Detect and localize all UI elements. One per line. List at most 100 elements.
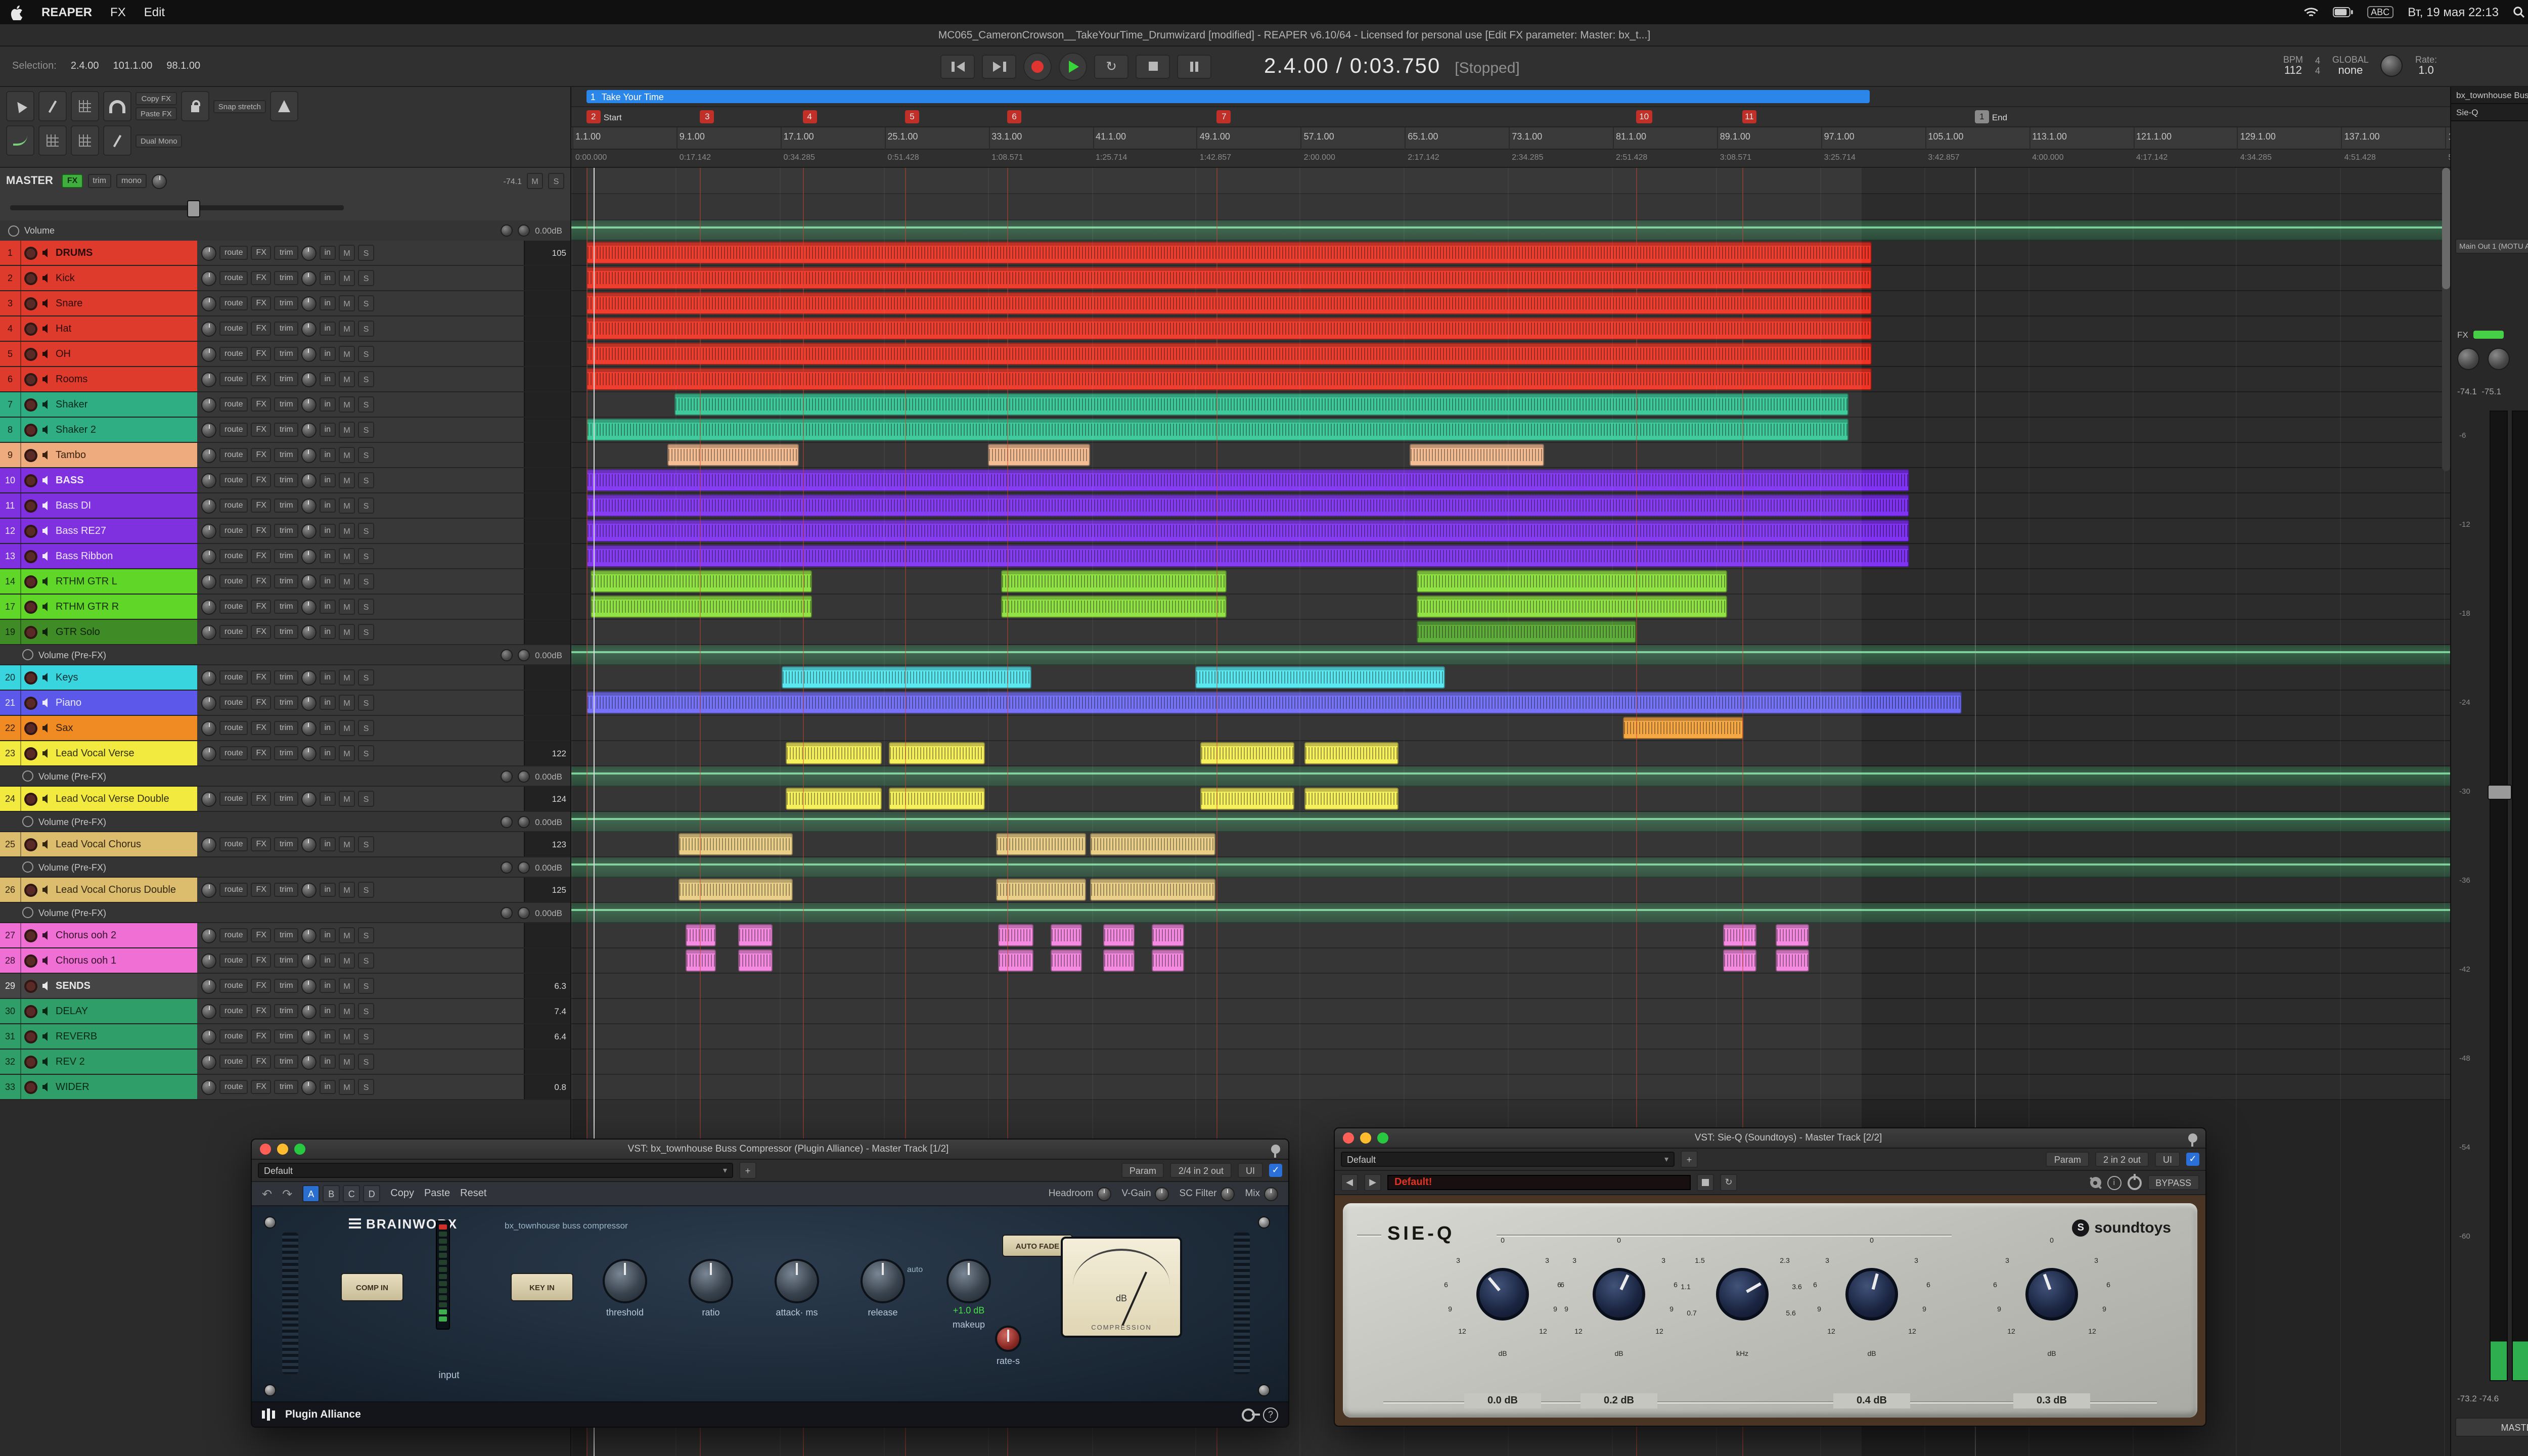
plugin-enabled-checkbox[interactable]: ✓ [2186, 1153, 2199, 1166]
track-panel-row[interactable]: 17 RTHM GTR R route FX trim in M S [0, 595, 570, 620]
track-number[interactable]: 23 [0, 741, 21, 765]
solo-button[interactable]: S [358, 952, 374, 969]
record-arm-button[interactable] [24, 297, 37, 310]
arrange-lane[interactable] [571, 1075, 2450, 1100]
audio-clip[interactable] [667, 444, 799, 466]
track-panel-row[interactable]: 28 Chorus ooh 1 route FX trim in M S [0, 948, 570, 974]
comp-in-button[interactable]: COMP IN [341, 1273, 403, 1301]
record-arm-button[interactable] [24, 883, 37, 896]
pan-knob[interactable] [201, 1054, 216, 1069]
record-arm-button[interactable] [24, 721, 37, 735]
solo-button[interactable]: S [358, 295, 374, 311]
input-button[interactable]: in [320, 296, 336, 310]
master-mute-button[interactable]: M [527, 173, 543, 189]
spotlight-icon[interactable] [2513, 6, 2525, 18]
width-knob[interactable] [301, 746, 317, 761]
track-number[interactable]: 2 [0, 266, 21, 290]
envelope-name[interactable]: Volume (Pre-FX) [38, 907, 106, 918]
pan-knob[interactable] [201, 346, 216, 361]
track-panel-row[interactable]: 2 Kick route FX trim in M S [0, 266, 570, 291]
track-panel-row[interactable]: 7 Shaker route FX trim in M S [0, 392, 570, 418]
arrange-lane[interactable] [571, 468, 2450, 493]
track-name[interactable]: Lead Vocal Chorus [56, 839, 141, 850]
go-to-start-button[interactable] [940, 54, 975, 78]
fx-button[interactable]: FX [251, 322, 271, 335]
fx-button[interactable]: FX [251, 746, 271, 760]
arrange-lane[interactable] [571, 1024, 2450, 1050]
track-panel-row[interactable]: 24 Lead Vocal Verse Double route FX trim… [0, 787, 570, 812]
fx-button[interactable]: FX [251, 372, 271, 386]
trim-button[interactable]: trim [275, 574, 298, 588]
width-knob[interactable] [301, 953, 317, 968]
envelope-knob[interactable] [518, 906, 530, 919]
audio-clip[interactable] [1051, 924, 1082, 946]
pan-knob[interactable] [201, 372, 216, 387]
arrange-lane[interactable] [571, 620, 2450, 645]
track-panel-row[interactable]: 9 Tambo route FX trim in M S [0, 443, 570, 468]
track-panel-row[interactable]: 3 Snare route FX trim in M S [0, 291, 570, 316]
route-button[interactable]: route [219, 246, 248, 259]
vertical-scrollbar[interactable] [2442, 168, 2450, 471]
solo-button[interactable]: S [358, 599, 374, 615]
pan-knob[interactable] [201, 928, 216, 943]
route-button[interactable]: route [219, 524, 248, 537]
marker-3[interactable]: 3 [700, 110, 714, 123]
width-knob[interactable] [301, 928, 317, 943]
width-knob[interactable] [301, 1004, 317, 1019]
record-arm-button[interactable] [24, 979, 37, 992]
ratio-knob[interactable] [689, 1259, 733, 1303]
audio-clip[interactable] [686, 949, 716, 972]
audio-clip[interactable] [1623, 717, 1744, 739]
arrange-lane[interactable] [571, 392, 2450, 418]
fx-chain-item[interactable]: Sie-Q [2451, 104, 2528, 121]
route-button[interactable]: route [219, 600, 248, 613]
region-lane[interactable]: 1 Take Your Time [571, 87, 2450, 107]
pin-icon[interactable] [1271, 1145, 1280, 1154]
trim-button[interactable]: trim [275, 696, 298, 709]
audio-clip[interactable] [586, 267, 1872, 289]
track-number[interactable]: 33 [0, 1075, 21, 1099]
trim-button[interactable]: trim [275, 397, 298, 411]
record-arm-button[interactable] [24, 838, 37, 851]
fx-button[interactable]: FX [251, 928, 271, 942]
ruler-bar-label[interactable]: 129.1.00 [2240, 131, 2276, 142]
trim-button[interactable]: trim [275, 625, 298, 639]
mute-button[interactable]: M [339, 523, 355, 539]
route-button[interactable]: route [219, 1004, 248, 1018]
trim-button[interactable]: trim [275, 524, 298, 537]
track-name[interactable]: Lead Vocal Verse [56, 748, 134, 759]
record-arm-button[interactable] [24, 1080, 37, 1094]
envelope-toggle-button[interactable] [6, 125, 34, 156]
route-button[interactable]: route [219, 347, 248, 360]
ruler-bar-label[interactable]: 113.1.00 [2032, 131, 2067, 142]
track-name[interactable]: Chorus ooh 1 [56, 955, 116, 966]
pan-knob[interactable] [201, 720, 216, 736]
track-name[interactable]: Chorus ooh 2 [56, 930, 116, 941]
track-number[interactable]: 22 [0, 716, 21, 740]
input-button[interactable]: in [320, 837, 336, 851]
input-button[interactable]: in [320, 372, 336, 386]
record-arm-button[interactable] [24, 696, 37, 709]
mute-button[interactable]: M [339, 573, 355, 589]
audio-clip[interactable] [586, 419, 1849, 441]
track-panel-row[interactable]: 1 DRUMS route FX trim in M S 105 [0, 241, 570, 266]
envelope-knob[interactable] [501, 815, 513, 828]
makeup-knob[interactable] [946, 1259, 991, 1303]
width-knob[interactable] [301, 882, 317, 897]
envelope-name[interactable]: Volume (Pre-FX) [38, 650, 106, 660]
envelope-knob[interactable] [501, 906, 513, 919]
selection-readout[interactable]: Selection: 2.4.00 101.1.00 98.1.00 [12, 61, 200, 72]
info-icon[interactable]: i [2107, 1175, 2121, 1190]
preset-slot-B[interactable]: B [323, 1185, 340, 1202]
envelope-panel-row[interactable]: Volume (Pre-FX) 0.00dB [0, 903, 570, 923]
arrange-lane[interactable] [571, 291, 2450, 316]
record-arm-button[interactable] [24, 398, 37, 411]
solo-button[interactable]: S [358, 422, 374, 438]
pan-knob[interactable] [201, 296, 216, 311]
bpm-display[interactable]: BPM 112 [2283, 54, 2303, 78]
arrange-lane[interactable] [571, 367, 2450, 392]
track-panel-row[interactable]: 23 Lead Vocal Verse route FX trim in M S… [0, 741, 570, 766]
key-in-button[interactable]: KEY IN [511, 1273, 573, 1301]
envelope-lane[interactable] [571, 645, 2450, 665]
pan-knob[interactable] [201, 695, 216, 710]
